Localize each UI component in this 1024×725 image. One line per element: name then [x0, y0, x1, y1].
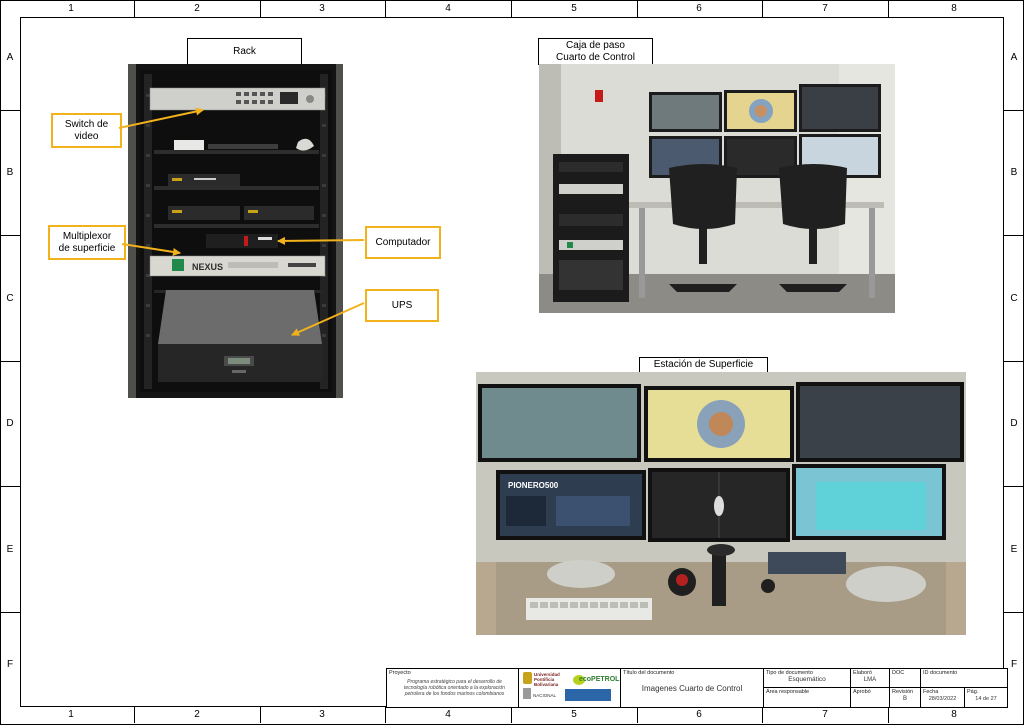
caja-caption-line1: Caja de paso — [566, 39, 625, 51]
tb-aprobo-label: Aprobó — [853, 689, 871, 695]
caja-photo — [539, 64, 895, 313]
nexus-label: NEXUS — [192, 262, 223, 272]
callout-switch-line2: video — [74, 130, 99, 142]
row-label: F — [6, 659, 14, 670]
surface-station-illustration: PIONERO500 — [476, 372, 966, 635]
row-label: A — [1010, 52, 1018, 63]
tb-fecha-value: 28/03/2022 — [928, 696, 957, 702]
estacion-caption: Estación de Superficie — [639, 357, 768, 373]
tb-titulo-label: Título del documento — [623, 670, 675, 676]
tb-revision: Revisión B — [890, 688, 921, 707]
estacion-caption-text: Estación de Superficie — [653, 359, 754, 370]
column-label: 7 — [822, 709, 828, 720]
row-label: E — [1010, 544, 1018, 555]
column-label: 8 — [951, 709, 957, 720]
tb-area: Área responsable — [764, 688, 851, 707]
tb-revision-label: Revisión — [892, 689, 914, 695]
rack-illustration: NEXUS — [128, 64, 343, 398]
row-label: C — [1010, 293, 1018, 304]
column-label: 6 — [696, 3, 702, 14]
tb-logo-ecopetrol: ecoPETROL — [579, 676, 620, 683]
column-label: 7 — [822, 3, 828, 14]
caja-caption: Caja de paso Cuarto de Control — [538, 38, 653, 65]
tb-tipo-value: Esquemático — [788, 676, 826, 683]
tb-proyecto: Proyecto Programa estratégico para el de… — [387, 669, 519, 707]
tb-tipo: Tipo de documento Esquemático — [764, 669, 851, 688]
callout-switch-video: Switch de video — [51, 113, 122, 148]
tb-logo-nacional: NACIONAL — [533, 693, 557, 698]
tb-doc: DOC — [890, 669, 921, 688]
row-label: C — [6, 293, 14, 304]
tb-id-label: ID documento — [923, 670, 958, 676]
column-label: 5 — [571, 709, 577, 720]
tb-elaboro-value: LMA — [863, 677, 877, 683]
tb-elaboro: Elaboró LMA — [851, 669, 890, 688]
control-room-illustration — [539, 64, 895, 313]
tb-logo-upb: Universidad Pontificia Bolivariana — [534, 672, 560, 687]
tb-logos: Universidad Pontificia Bolivariana ecoPE… — [519, 669, 621, 707]
callout-ups-text: UPS — [391, 299, 413, 311]
column-label: 3 — [319, 709, 325, 720]
caja-caption-line2: Cuarto de Control — [556, 51, 635, 63]
upb-shield-icon — [523, 672, 532, 684]
tb-area-label: Área responsable — [766, 689, 810, 695]
tb-titulo-value: Imagenes Cuarto de Control — [641, 684, 743, 693]
tb-proyecto-label: Proyecto — [389, 670, 411, 676]
tb-fecha-label: Fecha — [923, 689, 939, 695]
row-label: D — [6, 418, 14, 429]
row-label: B — [6, 167, 14, 178]
row-label: D — [1010, 418, 1018, 429]
estacion-photo: PIONERO500 — [476, 372, 966, 635]
callout-mux-line1: Multiplexor — [62, 230, 112, 242]
column-label: 2 — [194, 709, 200, 720]
tb-titulo: Título del documento Imagenes Cuarto de … — [621, 669, 764, 707]
row-label: E — [6, 544, 14, 555]
column-label: 3 — [319, 3, 325, 14]
minciencias-logo-icon — [565, 689, 611, 701]
row-label: B — [1010, 167, 1018, 178]
tb-id: ID documento — [921, 669, 1007, 688]
callout-computador: Computador — [365, 226, 441, 259]
column-label: 5 — [571, 3, 577, 14]
tb-revision-value: B — [902, 696, 907, 702]
tb-proyecto-text: Programa estratégico para el desarrollo … — [404, 679, 505, 697]
callout-ups: UPS — [365, 289, 439, 322]
column-label: 2 — [194, 3, 200, 14]
tb-fecha: Fecha 28/03/2022 — [921, 688, 965, 707]
column-label: 1 — [68, 3, 74, 14]
pionero-label: PIONERO500 — [508, 481, 559, 490]
tb-pag: Pág. 14 de 27 — [965, 688, 1007, 707]
column-label: 8 — [951, 3, 957, 14]
column-label: 6 — [696, 709, 702, 720]
callout-switch-line1: Switch de — [64, 118, 109, 130]
tb-doc-label: DOC — [892, 670, 905, 676]
rack-caption: Rack — [187, 38, 302, 65]
column-label: 4 — [445, 3, 451, 14]
rack-photo: NEXUS — [128, 64, 343, 398]
tb-pag-label: Pág. — [967, 689, 979, 695]
tb-elaboro-label: Elaboró — [853, 670, 872, 676]
callout-multiplexor: Multiplexor de superficie — [48, 225, 126, 260]
tb-aprobo: Aprobó — [851, 688, 890, 707]
callout-mux-line2: de superficie — [58, 242, 116, 254]
callout-computador-text: Computador — [375, 236, 431, 248]
rack-caption-text: Rack — [233, 45, 256, 57]
nacional-shield-icon — [523, 688, 531, 699]
title-block: Proyecto Programa estratégico para el de… — [386, 668, 1008, 708]
tb-pag-value: 14 de 27 — [975, 696, 997, 702]
row-label: A — [6, 52, 14, 63]
column-label: 4 — [445, 709, 451, 720]
column-label: 1 — [68, 709, 74, 720]
